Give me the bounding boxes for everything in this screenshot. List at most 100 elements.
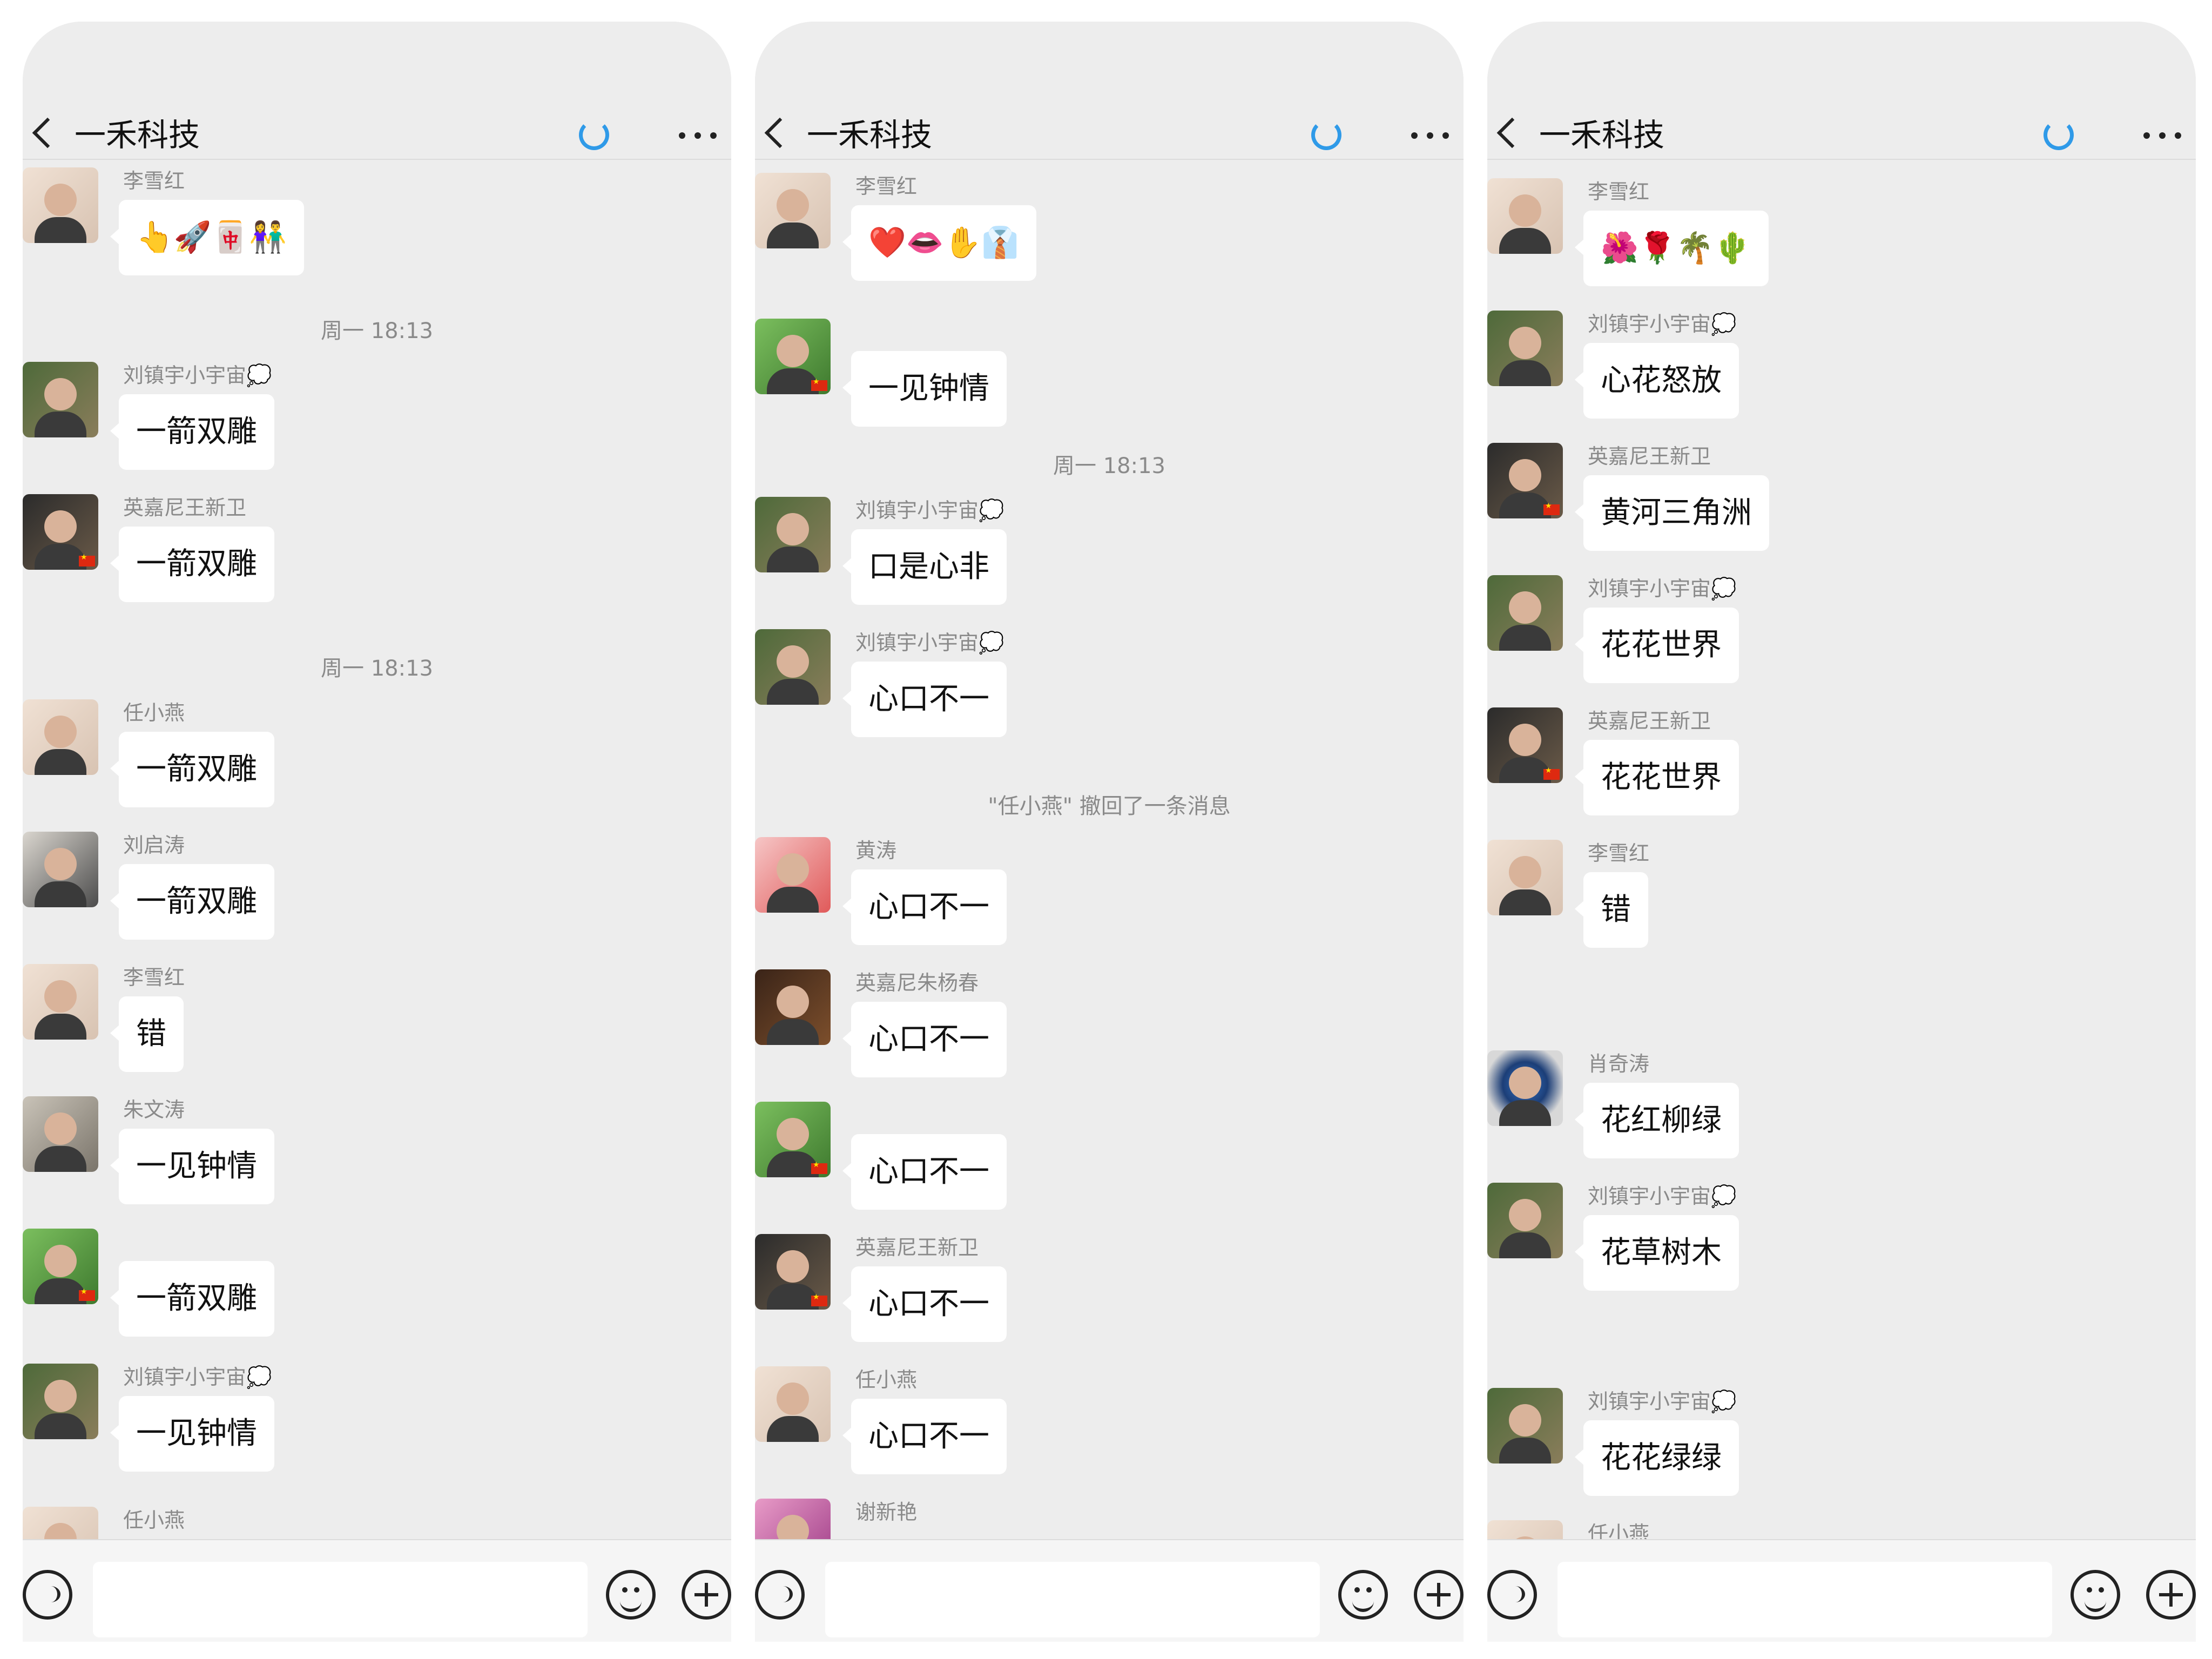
avatar[interactable]	[755, 1102, 831, 1177]
message-input[interactable]	[1557, 1562, 2052, 1637]
more-actions-plus-icon[interactable]	[682, 1570, 731, 1620]
avatar[interactable]	[23, 1096, 98, 1172]
avatar[interactable]	[755, 969, 831, 1045]
message-bubble[interactable]: 🌺🌹🌴🌵	[1575, 211, 1769, 286]
sender-name: 任小燕	[123, 701, 185, 725]
message-bubble[interactable]: 一箭双雕	[110, 394, 274, 470]
chat-screen-2: 李雪红❤️👄✋👔一见钟情周一 18:13刘镇宇小宇宙💭口是心非刘镇宇小宇宙💭心口…	[755, 22, 1464, 1642]
sender-name: 刘镇宇小宇宙💭	[1588, 577, 1737, 601]
message-bubble[interactable]: 黄河三角洲	[1575, 475, 1769, 551]
avatar[interactable]	[755, 497, 831, 572]
avatar[interactable]	[755, 1234, 831, 1310]
avatar[interactable]	[1487, 178, 1563, 254]
avatar-face	[1509, 591, 1541, 624]
message-bubble[interactable]: 一箭双雕	[110, 864, 274, 940]
avatar[interactable]	[1487, 1183, 1563, 1258]
avatar[interactable]	[1487, 443, 1563, 518]
avatar[interactable]	[23, 699, 98, 775]
avatar[interactable]	[1487, 575, 1563, 651]
avatar[interactable]	[755, 629, 831, 705]
message-bubble[interactable]: 错	[1575, 872, 1648, 948]
avatar-face	[777, 1118, 809, 1150]
message-bubble[interactable]: 一箭双雕	[110, 1261, 274, 1337]
message-bubble[interactable]: 花花世界	[1575, 608, 1739, 683]
avatar-body	[767, 547, 819, 572]
emoji-icon[interactable]	[606, 1570, 656, 1620]
china-flag-icon	[811, 1161, 827, 1174]
avatar-face	[1509, 1067, 1541, 1099]
avatar-face	[1509, 327, 1541, 359]
more-actions-plus-icon[interactable]	[1414, 1570, 1464, 1620]
avatar-face	[44, 1380, 77, 1412]
back-arrow-icon[interactable]	[1493, 113, 1525, 157]
avatar-body	[35, 1413, 86, 1439]
avatar[interactable]	[755, 1366, 831, 1442]
avatar[interactable]	[23, 1364, 98, 1439]
message-input[interactable]	[93, 1562, 588, 1637]
china-flag-icon	[79, 553, 95, 567]
message-bubble[interactable]: 心口不一	[842, 1134, 1007, 1210]
message-bubble[interactable]: 心口不一	[842, 662, 1007, 737]
avatar-body	[35, 1146, 86, 1172]
message-bubble[interactable]: 一见钟情	[110, 1396, 274, 1472]
sender-name: 刘镇宇小宇宙💭	[855, 498, 1004, 522]
avatar-face	[44, 980, 77, 1013]
message-input[interactable]	[825, 1562, 1320, 1637]
message-bubble[interactable]: 一见钟情	[842, 351, 1007, 427]
back-arrow-icon[interactable]	[760, 113, 793, 157]
message-bubble[interactable]: 花花绿绿	[1575, 1420, 1739, 1496]
message-bubble[interactable]: 花花世界	[1575, 740, 1739, 815]
avatar-body	[767, 887, 819, 913]
chat-screen-1: 李雪红👆🚀🀄👫周一 18:13刘镇宇小宇宙💭一箭双雕英嘉尼王新卫一箭双雕周一 1…	[23, 22, 731, 1642]
more-options-icon[interactable]	[679, 132, 717, 139]
avatar-face	[1509, 194, 1541, 227]
avatar-face	[1509, 459, 1541, 491]
message-bubble[interactable]: 心花怒放	[1575, 343, 1739, 419]
avatar[interactable]	[1487, 1388, 1563, 1464]
message-bubble[interactable]: 花红柳绿	[1575, 1083, 1739, 1158]
more-options-icon[interactable]	[1411, 132, 1449, 139]
avatar[interactable]	[1487, 707, 1563, 783]
message-bubble[interactable]: 心口不一	[842, 1399, 1007, 1474]
voice-input-icon[interactable]	[23, 1570, 72, 1620]
avatar[interactable]	[1487, 1050, 1563, 1126]
chat-header: 一禾科技	[23, 22, 731, 160]
china-flag-icon	[79, 1287, 95, 1301]
chat-screen-3: 李雪红🌺🌹🌴🌵刘镇宇小宇宙💭心花怒放英嘉尼王新卫黄河三角洲刘镇宇小宇宙💭花花世界…	[1487, 22, 2196, 1642]
sender-name: 刘镇宇小宇宙💭	[1588, 1390, 1737, 1413]
message-bubble[interactable]: 心口不一	[842, 869, 1007, 945]
message-bubble[interactable]: 心口不一	[842, 1002, 1007, 1077]
avatar[interactable]	[23, 832, 98, 907]
voice-input-icon[interactable]	[1487, 1570, 1537, 1620]
avatar[interactable]	[755, 319, 831, 394]
avatar[interactable]	[755, 837, 831, 913]
avatar[interactable]	[1487, 311, 1563, 386]
message-bubble[interactable]: 一箭双雕	[110, 527, 274, 602]
message-bubble[interactable]: 错	[110, 996, 184, 1072]
avatar-face	[777, 513, 809, 545]
avatar[interactable]	[23, 167, 98, 243]
sender-name: 英嘉尼王新卫	[1588, 444, 1711, 468]
input-bar	[755, 1539, 1464, 1642]
back-arrow-icon[interactable]	[28, 113, 60, 157]
avatar[interactable]	[23, 362, 98, 437]
message-bubble[interactable]: 👆🚀🀄👫	[110, 200, 304, 275]
avatar[interactable]	[23, 1229, 98, 1304]
more-actions-plus-icon[interactable]	[2146, 1570, 2196, 1620]
message-bubble[interactable]: ❤️👄✋👔	[842, 205, 1036, 281]
sender-name: 李雪红	[855, 174, 918, 198]
message-bubble[interactable]: 一箭双雕	[110, 732, 274, 807]
message-bubble[interactable]: 一见钟情	[110, 1129, 274, 1204]
emoji-icon[interactable]	[1338, 1570, 1388, 1620]
emoji-icon[interactable]	[2071, 1570, 2120, 1620]
avatar[interactable]	[23, 964, 98, 1040]
message-bubble[interactable]: 心口不一	[842, 1266, 1007, 1342]
avatar[interactable]	[23, 494, 98, 570]
avatar[interactable]	[755, 173, 831, 248]
message-bubble[interactable]: 花草树木	[1575, 1215, 1739, 1291]
more-options-icon[interactable]	[2143, 132, 2181, 139]
loading-spinner-icon	[2044, 120, 2074, 150]
voice-input-icon[interactable]	[755, 1570, 805, 1620]
message-bubble[interactable]: 口是心非	[842, 529, 1007, 605]
avatar[interactable]	[1487, 840, 1563, 915]
